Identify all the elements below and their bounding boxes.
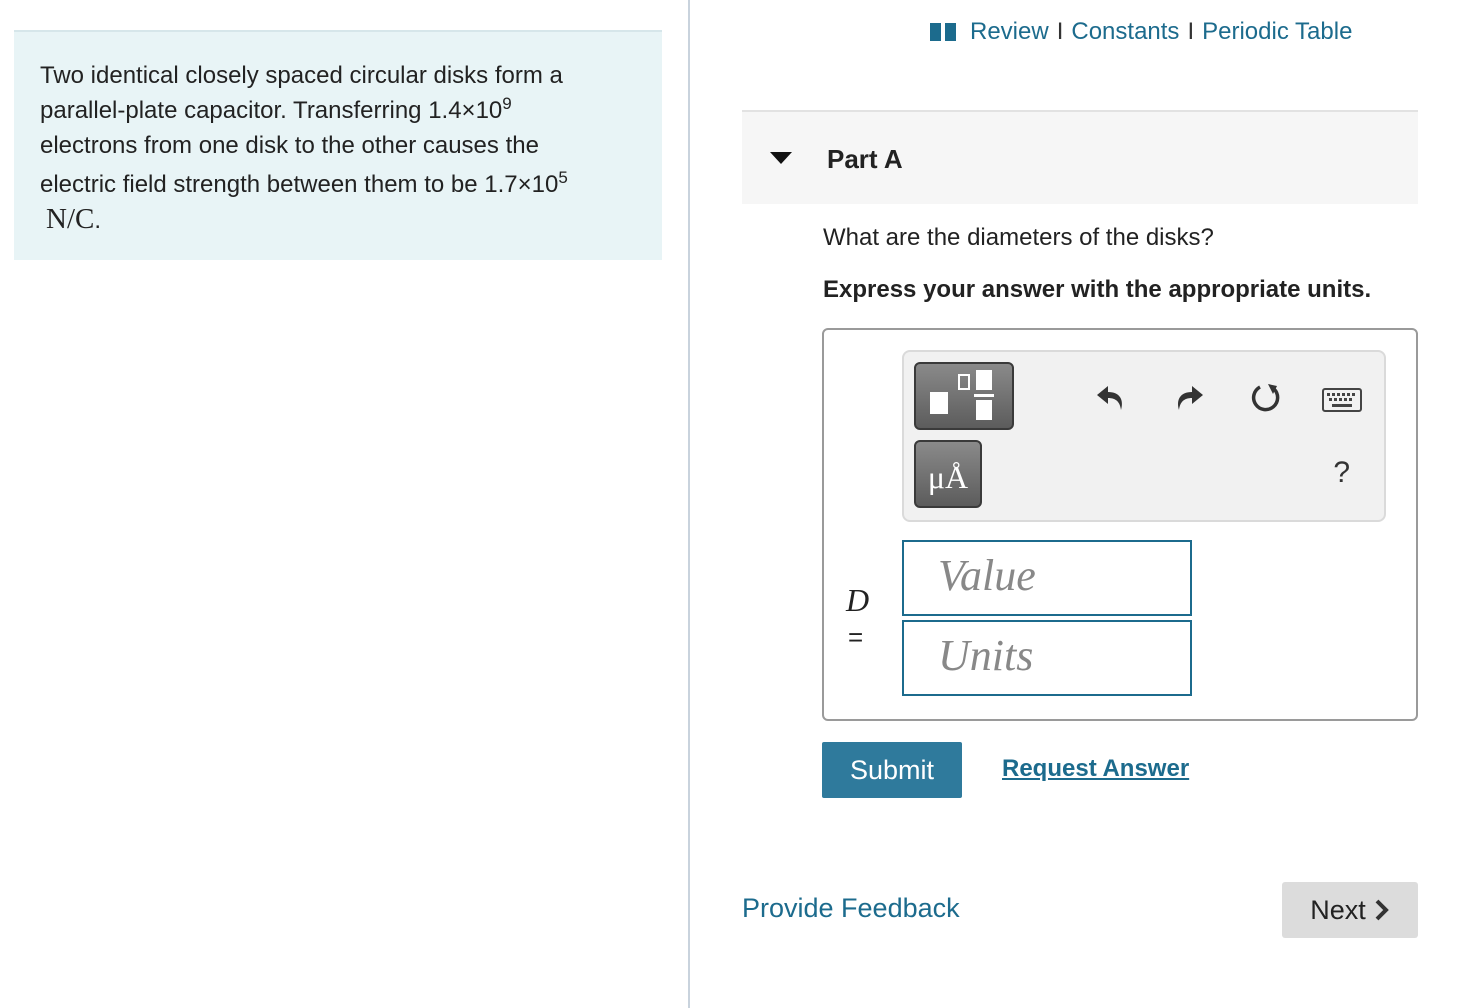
reset-icon[interactable] xyxy=(1248,380,1284,416)
instruction-text: Express your answer with the appropriate… xyxy=(823,276,1372,303)
problem-line-3: electrons from one disk to the other cau… xyxy=(40,132,539,159)
periodic-table-link[interactable]: Periodic Table xyxy=(1202,18,1352,46)
chevron-right-icon xyxy=(1375,899,1389,921)
unit-math: N/C xyxy=(46,203,95,235)
undo-icon[interactable] xyxy=(1094,380,1128,414)
next-button[interactable]: Next xyxy=(1282,882,1418,938)
problem-line-1: Two identical closely spaced circular di… xyxy=(40,62,563,89)
link-separator: I xyxy=(1187,18,1195,45)
problem-statement: Two identical closely spaced circular di… xyxy=(14,30,662,260)
templates-button[interactable] xyxy=(914,362,1014,430)
column-divider xyxy=(688,0,690,1008)
problem-text: parallel-plate capacitor. Transferring 1… xyxy=(40,97,503,124)
problem-text: electric field strength between them to … xyxy=(40,171,559,198)
value-input[interactable]: Value xyxy=(902,540,1192,616)
exponent: 9 xyxy=(502,94,512,113)
next-label: Next xyxy=(1310,894,1366,925)
review-link[interactable]: Review xyxy=(970,18,1049,46)
problem-line-4: electric field strength between them to … xyxy=(40,167,636,202)
redo-icon[interactable] xyxy=(1172,380,1206,414)
resource-links: Review I Constants I Periodic Table xyxy=(930,18,1352,46)
collapse-caret-icon[interactable] xyxy=(770,152,792,164)
answer-variable: D xyxy=(846,582,870,618)
units-button[interactable]: μÅ xyxy=(914,440,982,508)
link-separator: I xyxy=(1056,18,1064,45)
submit-button[interactable]: Submit xyxy=(822,742,962,798)
problem-unit-line: N/C. xyxy=(40,202,636,238)
answer-box: μÅ ? D = Value Units xyxy=(822,328,1418,721)
request-answer-link[interactable]: Request Answer xyxy=(1002,755,1189,783)
part-title: Part A xyxy=(827,144,903,174)
provide-feedback-link[interactable]: Provide Feedback xyxy=(742,893,960,924)
unit-period: . xyxy=(94,207,102,234)
book-icon xyxy=(930,23,956,41)
units-input[interactable]: Units xyxy=(902,620,1192,696)
math-toolbar: μÅ ? xyxy=(902,350,1386,522)
constants-link[interactable]: Constants xyxy=(1071,18,1179,46)
exponent: 5 xyxy=(558,168,568,187)
question-text: What are the diameters of the disks? xyxy=(823,224,1214,251)
problem-line-2: parallel-plate capacitor. Transferring 1… xyxy=(40,93,636,128)
equals-sign: = xyxy=(848,622,864,652)
help-button[interactable]: ? xyxy=(1333,456,1350,490)
part-a-header[interactable]: Part A xyxy=(742,110,1418,204)
keyboard-icon[interactable] xyxy=(1322,388,1362,412)
